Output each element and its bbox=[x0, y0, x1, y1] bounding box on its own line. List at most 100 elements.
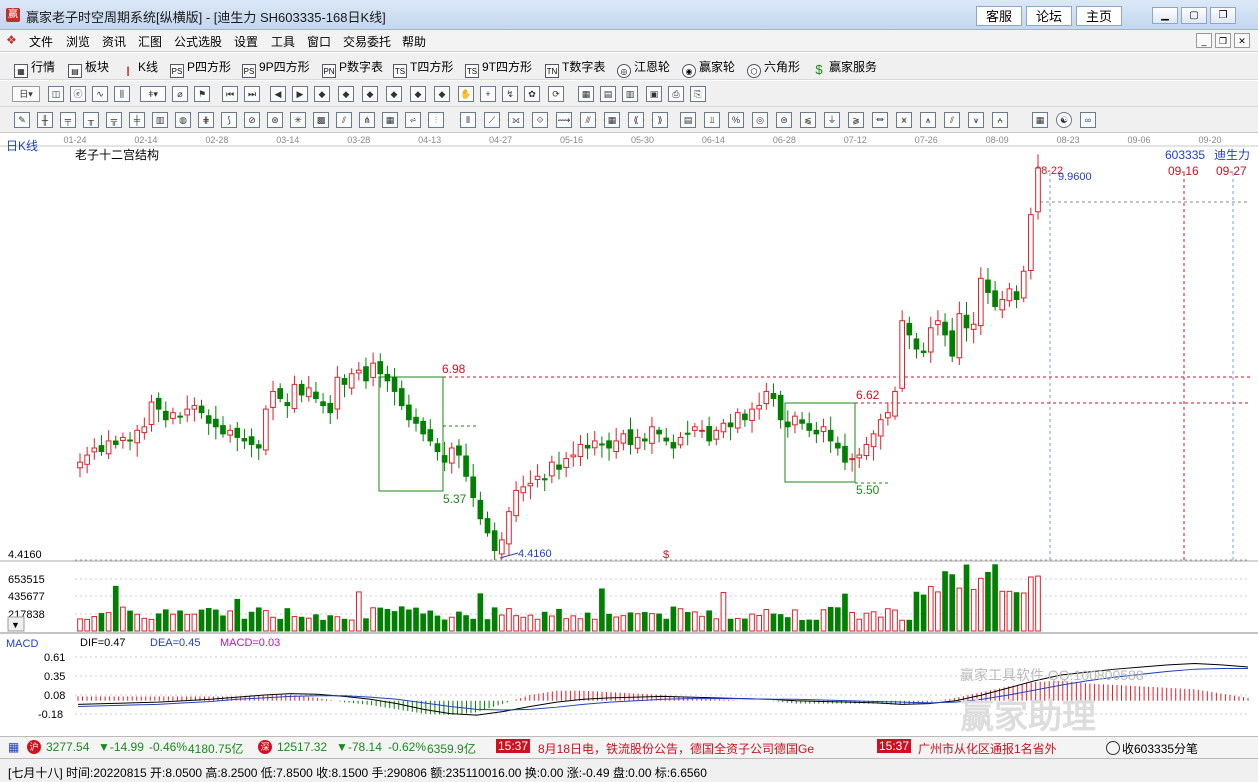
news-ticker-1[interactable]: 8月18日电，铁流股份公告，德国全资子公司德国Ge bbox=[538, 740, 814, 757]
draw-tool-39-icon[interactable]: ⩜ bbox=[992, 112, 1008, 128]
draw-tool-28-icon[interactable]: ▤ bbox=[680, 112, 696, 128]
left-arrow-icon[interactable]: ◀ bbox=[270, 86, 286, 102]
toolbar-service[interactable]: $ 赢家服务 bbox=[812, 58, 877, 77]
flag-icon[interactable]: ⚑ bbox=[194, 86, 210, 102]
menu-trade[interactable]: 交易委托 bbox=[343, 33, 391, 50]
draw-tool-26-icon[interactable]: ⟪ bbox=[628, 112, 644, 128]
toolbar-hexagon[interactable]: ⬡ 六角形 bbox=[747, 58, 800, 78]
toolbar-kline[interactable]: ┃ K线 bbox=[121, 58, 158, 76]
scroll-down-icon[interactable]: ▼ bbox=[11, 620, 20, 630]
draw-tool-7-icon[interactable]: ◍ bbox=[175, 112, 191, 128]
app-menu-icon[interactable]: ❖ bbox=[6, 33, 17, 47]
info-icon[interactable]: ⓔ bbox=[70, 86, 86, 102]
draw-tool-20-icon[interactable]: ⟋ bbox=[484, 112, 500, 128]
diamond-3-icon[interactable]: ◆ bbox=[362, 86, 378, 102]
draw-tool-21-icon[interactable]: ⟗ bbox=[508, 112, 524, 128]
homepage-button[interactable]: 主页 bbox=[1076, 6, 1122, 26]
notes-icon[interactable]: ▥ bbox=[622, 86, 638, 102]
forum-button[interactable]: 论坛 bbox=[1026, 6, 1072, 26]
toolbar-t-square[interactable]: TS T四方形 bbox=[393, 58, 453, 78]
draw-tool-15-icon[interactable]: ⋔ bbox=[359, 112, 375, 128]
menu-chart[interactable]: 汇图 bbox=[138, 33, 162, 50]
draw-tool-icon[interactable]: ⌀ bbox=[172, 86, 188, 102]
draw-tool-36-icon[interactable]: ⩚ bbox=[920, 112, 936, 128]
toolbar-t-table[interactable]: TN T数字表 bbox=[545, 58, 605, 78]
draw-tool-31-icon[interactable]: ⫹ bbox=[800, 112, 816, 128]
indicator-icon[interactable]: ∿ bbox=[92, 86, 108, 102]
minimize-button[interactable]: ▁ bbox=[1152, 7, 1178, 24]
trend-icon[interactable]: ↯ bbox=[502, 86, 518, 102]
draw-tool-3-icon[interactable]: ╥ bbox=[83, 112, 99, 128]
menu-browse[interactable]: 浏览 bbox=[66, 33, 90, 50]
mdi-restore-button[interactable]: ❐ bbox=[1215, 33, 1231, 48]
draw-tool-18-icon[interactable]: ⫶ bbox=[428, 112, 444, 128]
toolbar-winner-wheel[interactable]: ◉ 赢家轮 bbox=[682, 58, 735, 78]
toolbar-sectors[interactable]: ▤ 板块 bbox=[68, 58, 109, 78]
save-icon[interactable]: ▣ bbox=[646, 86, 662, 102]
menu-info[interactable]: 资讯 bbox=[102, 33, 126, 50]
draw-tool-16-icon[interactable]: ▦ bbox=[382, 112, 398, 128]
calendar-icon[interactable]: ▦ bbox=[578, 86, 594, 102]
mdi-minimize-button[interactable]: _ bbox=[1196, 33, 1212, 48]
customer-service-button[interactable]: 客服 bbox=[976, 6, 1022, 26]
draw-tool-32-icon[interactable]: ⏚ bbox=[824, 112, 840, 128]
diamond-6-icon[interactable]: ◆ bbox=[434, 86, 450, 102]
draw-tool-30-icon[interactable]: ⊜ bbox=[776, 112, 792, 128]
kline-chart[interactable]: 01-24 02-14 02-28 03-14 03-28 04-13 04-27 05-16… bbox=[0, 133, 1258, 735]
draw-tool-2-icon[interactable]: ╤ bbox=[60, 112, 76, 128]
draw-tool-17-icon[interactable]: ⩫ bbox=[405, 112, 421, 128]
draw-tool-19-icon[interactable]: ⫴ bbox=[460, 112, 476, 128]
toolbar-gann-wheel[interactable]: ◎ 江恩轮 bbox=[617, 58, 670, 78]
calculator-icon[interactable]: ▤ bbox=[600, 86, 616, 102]
first-icon[interactable]: ⏮ bbox=[222, 86, 238, 102]
last-icon[interactable]: ⏭ bbox=[244, 86, 260, 102]
menu-formula[interactable]: 公式选股 bbox=[174, 33, 222, 50]
draw-tool-9-icon[interactable]: ⟆ bbox=[221, 112, 237, 128]
pen-icon[interactable]: ✎ bbox=[14, 112, 30, 128]
draw-tool-13-icon[interactable]: ▩ bbox=[313, 112, 329, 128]
candle-chart-icon[interactable]: ⫼ bbox=[114, 86, 130, 102]
draw-tool-10-icon[interactable]: ⊘ bbox=[244, 112, 260, 128]
draw-tool-25-icon[interactable]: ▦ bbox=[604, 112, 620, 128]
right-arrow-icon[interactable]: ▶ bbox=[292, 86, 308, 102]
period-select[interactable]: 日▾ bbox=[12, 86, 40, 102]
draw-tool-27-icon[interactable]: ⟫ bbox=[652, 112, 668, 128]
draw-tool-23-icon[interactable]: ⟿ bbox=[556, 112, 572, 128]
draw-tool-34-icon[interactable]: ⏛ bbox=[872, 112, 888, 128]
restore-button[interactable]: ❐ bbox=[1210, 7, 1236, 24]
toolbar-9t-square[interactable]: TS 9T四方形 bbox=[465, 58, 532, 78]
draw-tool-37-icon[interactable]: ⫽ bbox=[944, 112, 960, 128]
toolbar-p-square[interactable]: PS P四方形 bbox=[170, 58, 231, 78]
draw-tool-12-icon[interactable]: ✳ bbox=[290, 112, 306, 128]
menu-file[interactable]: 文件 bbox=[29, 33, 53, 50]
bar-type-icon[interactable]: ǂ▾ bbox=[140, 86, 166, 102]
zoom-icon[interactable]: ◫ bbox=[48, 86, 64, 102]
table-view-icon[interactable]: ▦ bbox=[1032, 112, 1048, 128]
diamond-1-icon[interactable]: ◆ bbox=[314, 86, 330, 102]
hand-icon[interactable]: ✋ bbox=[458, 86, 474, 102]
hold-text[interactable]: 收603335分笔 bbox=[1122, 740, 1198, 757]
draw-tool-8-icon[interactable]: ⋕ bbox=[198, 112, 214, 128]
yin-yang-icon[interactable]: ☯ bbox=[1056, 112, 1072, 128]
infinity-icon[interactable]: ∞ bbox=[1080, 112, 1096, 128]
menu-tools[interactable]: 工具 bbox=[271, 33, 295, 50]
gift-icon[interactable]: ✿ bbox=[524, 86, 540, 102]
draw-tool-38-icon[interactable]: ⩛ bbox=[968, 112, 984, 128]
status-table-icon[interactable]: ▦ bbox=[8, 740, 19, 754]
menu-settings[interactable]: 设置 bbox=[234, 33, 258, 50]
coin-icon[interactable]: ◎ bbox=[752, 112, 768, 128]
draw-tool-33-icon[interactable]: ⫺ bbox=[848, 112, 864, 128]
refresh-icon[interactable]: ⟳ bbox=[548, 86, 564, 102]
maximize-button[interactable]: ▢ bbox=[1181, 7, 1207, 24]
percent-icon[interactable]: % bbox=[728, 112, 744, 128]
draw-tool-1-icon[interactable]: ╫ bbox=[37, 112, 53, 128]
printer-icon[interactable]: ⎘ bbox=[690, 86, 706, 102]
crosshair-icon[interactable]: + bbox=[480, 86, 496, 102]
menu-help[interactable]: 帮助 bbox=[402, 33, 426, 50]
draw-tool-4-icon[interactable]: ╦ bbox=[106, 112, 122, 128]
draw-tool-35-icon[interactable]: ⩙ bbox=[896, 112, 912, 128]
menu-window[interactable]: 窗口 bbox=[307, 33, 331, 50]
draw-tool-5-icon[interactable]: ╪ bbox=[129, 112, 145, 128]
toolbar-quotes[interactable]: ▦ 行情 bbox=[14, 58, 55, 78]
diamond-5-icon[interactable]: ◆ bbox=[410, 86, 426, 102]
